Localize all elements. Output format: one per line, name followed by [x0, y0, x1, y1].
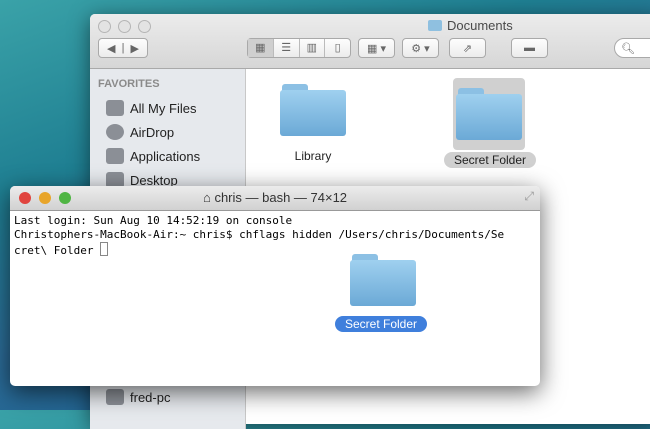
forward-icon[interactable]: ▶ — [131, 42, 139, 55]
terminal-title: chris — bash — 74×12 — [214, 190, 348, 205]
minimize-button[interactable] — [118, 20, 131, 33]
back-forward-button[interactable]: ◀ | ▶ — [98, 38, 148, 58]
sidebar-item-applications[interactable]: Applications — [90, 144, 245, 168]
folder-icon — [280, 84, 346, 136]
back-icon[interactable]: ◀ — [107, 42, 115, 55]
terminal-output[interactable]: Last login: Sun Aug 10 14:52:19 on conso… — [10, 211, 540, 261]
sidebar-item-all-my-files[interactable]: All My Files — [90, 96, 245, 120]
arrange-button[interactable]: ▦ ▾ — [358, 38, 395, 58]
sidebar-item-airdrop[interactable]: AirDrop — [90, 120, 245, 144]
all-files-icon — [106, 100, 124, 116]
folder-icon — [350, 254, 416, 306]
share-button[interactable]: ⇗ — [449, 38, 486, 58]
action-button[interactable]: ⚙ ▾ — [402, 38, 439, 58]
zoom-button[interactable] — [138, 20, 151, 33]
icon-view-icon[interactable]: ▦ — [248, 39, 274, 57]
grid-icon: ▦ ▾ — [367, 42, 386, 55]
computer-icon — [106, 389, 124, 405]
finder-toolbar: Documents ◀ | ▶ ▦ ☰ ▥ ▯ ▦ ▾ ⚙ ▾ ⇗ ▬ 🔍︎ — [90, 14, 650, 69]
cursor — [100, 242, 109, 256]
sidebar-item-fred-pc[interactable]: fred-pc — [90, 385, 170, 409]
tags-button[interactable]: ▬ — [511, 38, 548, 58]
folder-icon — [456, 88, 522, 140]
window-title: Documents — [428, 18, 513, 33]
gear-icon: ⚙ ▾ — [411, 42, 430, 55]
fullscreen-icon[interactable]: ⤢ — [524, 189, 534, 204]
list-view-icon[interactable]: ☰ — [274, 39, 300, 57]
airdrop-icon — [106, 124, 124, 140]
terminal-titlebar: ⌂ chris — bash — 74×12 ⤢ — [10, 186, 540, 211]
view-mode-buttons[interactable]: ▦ ☰ ▥ ▯ — [247, 38, 351, 58]
share-icon: ⇗ — [462, 42, 473, 55]
tag-icon: ▬ — [524, 42, 535, 54]
terminal-window: ⌂ chris — bash — 74×12 ⤢ Last login: Sun… — [10, 186, 540, 386]
column-view-icon[interactable]: ▥ — [300, 39, 326, 57]
home-icon: ⌂ — [202, 190, 211, 205]
close-button[interactable] — [98, 20, 111, 33]
search-icon: 🔍︎ — [621, 42, 635, 55]
search-input[interactable]: 🔍︎ — [614, 38, 650, 58]
coverflow-view-icon[interactable]: ▯ — [325, 39, 350, 57]
applications-icon — [106, 148, 124, 164]
sidebar-heading: FAVORITES — [98, 78, 160, 90]
folder-icon — [428, 20, 442, 31]
